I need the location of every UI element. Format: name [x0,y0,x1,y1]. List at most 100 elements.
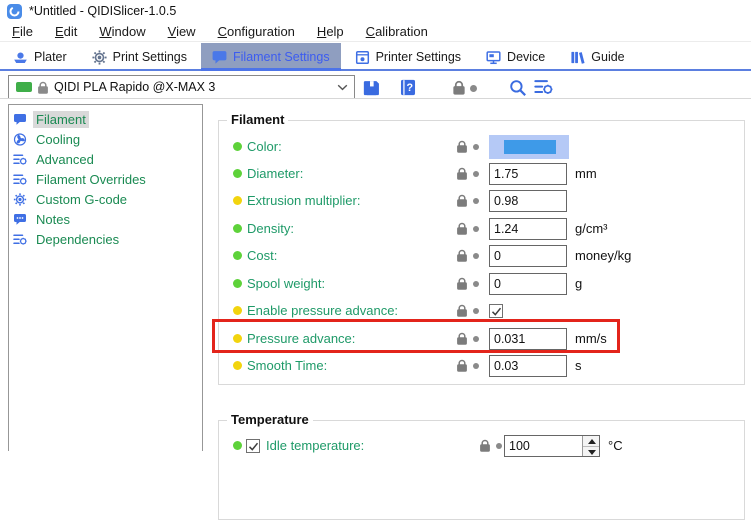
menu-view[interactable]: View [157,22,207,42]
setting-row-smooth-time: Smooth Time: s [219,354,744,378]
filament-color-swatch[interactable] [489,135,569,159]
spinner-down-button[interactable] [583,447,599,457]
fan-icon [13,133,27,146]
menu-help[interactable]: Help [306,22,355,42]
tab-label: Plater [34,50,67,64]
lock-icon[interactable] [452,80,466,95]
status-dot [233,142,242,151]
settings-list-icon[interactable] [534,78,553,96]
menu-calibration[interactable]: Calibration [355,22,439,42]
revert-dot-icon[interactable] [473,226,479,232]
spool-weight-input[interactable] [489,273,567,295]
enable-pressure-advance-checkbox[interactable] [489,304,503,318]
lock-icon[interactable] [456,194,468,207]
svg-text:?: ? [407,82,414,94]
window-title: *Untitled - QIDISlicer-1.0.5 [29,4,176,18]
help-book-icon[interactable]: ? [400,79,416,96]
tab-printer-settings[interactable]: Printer Settings [344,43,472,71]
sidebar-item-cooling[interactable]: Cooling [9,129,202,149]
status-dot [233,279,242,288]
status-dot [233,224,242,233]
content-separator [0,98,751,99]
settings-list-icon [13,173,27,186]
revert-dot-icon[interactable] [470,85,477,92]
menu-window[interactable]: Window [88,22,156,42]
section-title: Temperature [227,412,313,427]
qidislicer-logo-icon [7,4,22,19]
unit-label: g [575,272,582,296]
plater-icon [13,50,28,65]
gear-icon [13,193,27,206]
diameter-input[interactable] [489,163,567,185]
sidebar-item-filament-overrides[interactable]: Filament Overrides [9,169,202,189]
lock-icon [37,81,49,94]
status-dot [233,334,242,343]
color-value [504,140,556,154]
preset-toolbar: QIDI PLA Rapido @X-MAX 3 ? [0,71,751,98]
books-icon [570,50,585,65]
lock-icon[interactable] [456,222,468,235]
tab-label: Print Settings [113,50,187,64]
save-icon[interactable] [363,79,380,96]
section-title: Filament [227,112,288,127]
tab-print-settings[interactable]: Print Settings [81,43,198,71]
preset-color-swatch [16,82,32,92]
extrusion-multiplier-input[interactable] [489,190,567,212]
spinner-up-button[interactable] [583,436,599,447]
tab-device[interactable]: Device [475,43,556,71]
setting-row-density: Density: g/cm³ [219,217,744,241]
revert-dot-icon[interactable] [473,308,479,314]
revert-dot-icon[interactable] [473,253,479,259]
revert-dot-icon[interactable] [473,144,479,150]
sidebar-item-advanced[interactable]: Advanced [9,149,202,169]
revert-dot-icon[interactable] [473,171,479,177]
status-dot [233,441,242,450]
lock-icon[interactable] [456,359,468,372]
sidebar-item-filament[interactable]: Filament [9,109,202,129]
density-input[interactable] [489,218,567,240]
setting-label: Pressure advance: [247,327,355,351]
unit-label: g/cm³ [575,217,608,241]
revert-dot-icon[interactable] [473,198,479,204]
unit-label: money/kg [575,244,631,268]
setting-label: Extrusion multiplier: [247,189,360,213]
filament-icon [13,113,27,126]
tab-label: Printer Settings [376,50,461,64]
menu-edit[interactable]: Edit [44,22,88,42]
smooth-time-input[interactable] [489,355,567,377]
search-icon[interactable] [509,79,527,97]
setting-row-pressure-advance: Pressure advance: mm/s [219,327,744,351]
revert-dot-icon[interactable] [473,363,479,369]
lock-icon[interactable] [479,439,491,452]
cost-input[interactable] [489,245,567,267]
revert-dot-icon[interactable] [496,443,502,449]
lock-icon[interactable] [456,167,468,180]
revert-dot-icon[interactable] [473,281,479,287]
idle-temperature-spinner [504,435,600,457]
tab-plater[interactable]: Plater [2,43,78,71]
sidebar-item-notes[interactable]: Notes [9,209,202,229]
idle-temperature-input[interactable] [505,436,582,456]
lock-icon[interactable] [456,249,468,262]
settings-list-icon [13,233,27,246]
preset-name: QIDI PLA Rapido @X-MAX 3 [54,80,337,94]
sidebar-item-custom-gcode[interactable]: Custom G-code [9,189,202,209]
sidebar-item-dependencies[interactable]: Dependencies [9,229,202,249]
revert-dot-icon[interactable] [473,336,479,342]
lock-icon[interactable] [456,304,468,317]
preset-combobox[interactable]: QIDI PLA Rapido @X-MAX 3 [8,75,355,99]
setting-row-spool-weight: Spool weight: g [219,272,744,296]
setting-label: Enable pressure advance: [247,299,398,323]
tab-guide[interactable]: Guide [559,43,635,71]
menu-file[interactable]: File [1,22,44,42]
lock-icon[interactable] [456,277,468,290]
lock-icon[interactable] [456,332,468,345]
status-dot [233,251,242,260]
lock-icon[interactable] [456,140,468,153]
filament-icon [212,50,227,65]
pressure-advance-input[interactable] [489,328,567,350]
title-bar: *Untitled - QIDISlicer-1.0.5 [0,0,751,22]
setting-row-enable-pressure-advance: Enable pressure advance: [219,299,744,323]
menu-configuration[interactable]: Configuration [207,22,306,42]
tab-filament-settings[interactable]: Filament Settings [201,43,341,71]
